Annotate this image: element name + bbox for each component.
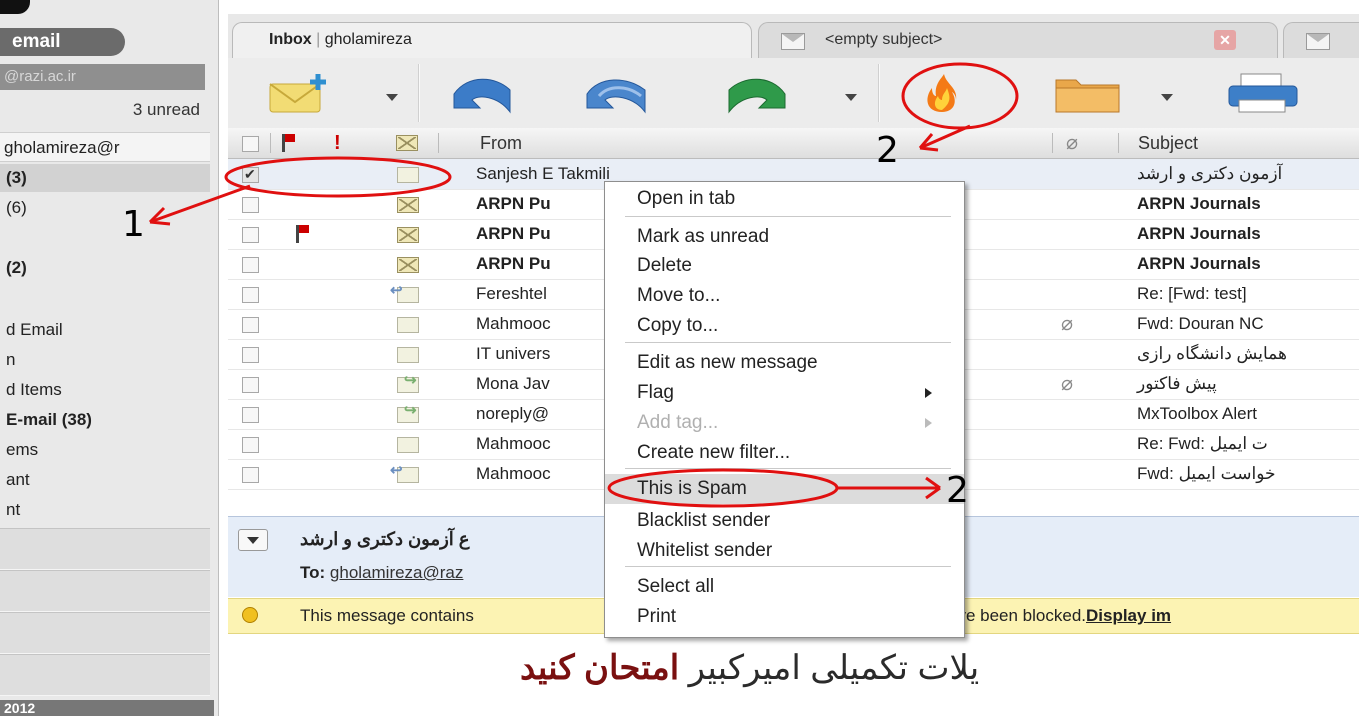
annotation-step-1: 1	[122, 204, 145, 245]
tutorial-annotations: 1 2 2	[122, 62, 1019, 511]
annotation-arrow-1	[149, 184, 251, 224]
checkbox-highlight-circle	[224, 156, 452, 198]
spam-menu-highlight-circle	[607, 468, 839, 508]
annotation-step-2-toolbar: 2	[876, 130, 899, 171]
spam-button-highlight-circle	[901, 62, 1019, 130]
annotation-step-2-menu: 2	[946, 470, 969, 511]
